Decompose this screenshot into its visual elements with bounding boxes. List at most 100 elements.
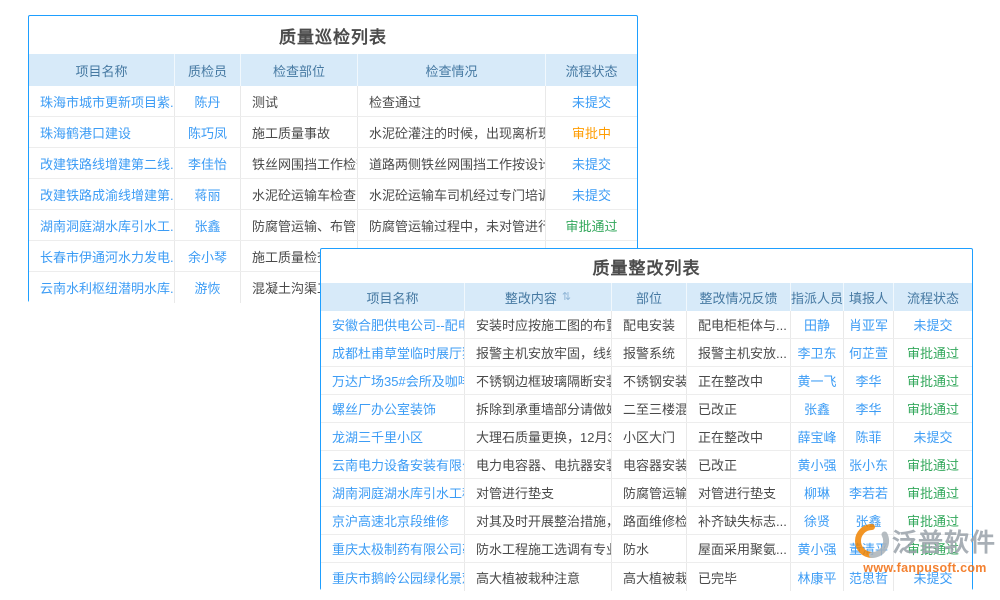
sort-icon[interactable]: ⇅ — [562, 292, 571, 303]
rectify-content: 不锈钢边框玻璃隔断安装不牢... — [465, 367, 612, 394]
header-assignee: 指派人员 — [791, 283, 844, 311]
rectify-feedback: 补齐缺失标志... — [687, 507, 791, 534]
rectify-part: 防水 — [612, 535, 687, 562]
inspector-name: 陈巧凤 — [175, 117, 241, 147]
inspector-name: 李佳怡 — [175, 148, 241, 178]
project-link[interactable]: 珠海鹤港口建设 — [29, 117, 175, 147]
project-link[interactable]: 重庆太极制药有限公司亳州中... — [321, 535, 465, 562]
inspector-name: 蒋丽 — [175, 179, 241, 209]
rectification-table-header: 项目名称 整改内容 ⇅ 部位 整改情况反馈 指派人员 填报人 流程状态 — [321, 283, 972, 311]
reporter-name: 何芷萱 — [844, 339, 894, 366]
header-inspection-part: 检查部位 — [241, 54, 358, 86]
rectify-part: 路面维修检... — [612, 507, 687, 534]
watermark-url: www.fanpusoft.com — [854, 561, 996, 575]
assignee-name: 黄小强 — [791, 535, 844, 562]
inspection-table-header: 项目名称 质检员 检查部位 检查情况 流程状态 — [29, 54, 637, 86]
rectify-feedback: 正在整改中 — [687, 423, 791, 450]
status-badge: 未提交 — [894, 311, 972, 338]
assignee-name: 林康平 — [791, 563, 844, 591]
assignee-name: 李卫东 — [791, 339, 844, 366]
rectification-table-title: 质量整改列表 — [321, 249, 972, 283]
project-link[interactable]: 珠海市城市更新项目紫... — [29, 86, 175, 116]
status-badge: 审批通过 — [894, 367, 972, 394]
header-feedback: 整改情况反馈 — [687, 283, 791, 311]
inspector-name: 张鑫 — [175, 210, 241, 240]
project-link[interactable]: 成都杜甫草堂临时展厅独立展... — [321, 339, 465, 366]
rectify-content: 对管进行垫支 — [465, 479, 612, 506]
inspection-part: 防腐管运输、布管 — [241, 210, 358, 240]
reporter-name: 肖亚军 — [844, 311, 894, 338]
status-badge: 未提交 — [546, 179, 637, 209]
status-badge: 审批中 — [546, 117, 637, 147]
project-link[interactable]: 改建铁路线增建第二线... — [29, 148, 175, 178]
watermark-logo-row: 泛普软件 — [854, 523, 996, 559]
assignee-name: 张鑫 — [791, 395, 844, 422]
project-link[interactable]: 螺丝厂办公室装饰 — [321, 395, 465, 422]
rectify-content: 电力电容器、电抗器安装方案,... — [465, 451, 612, 478]
inspection-situation: 检查通过 — [358, 86, 546, 116]
assignee-name: 徐贤 — [791, 507, 844, 534]
rectify-part: 电容器安装... — [612, 451, 687, 478]
rectify-content: 报警主机安放牢固，线缆连接... — [465, 339, 612, 366]
status-badge: 审批通过 — [894, 451, 972, 478]
header-inspection-situation: 检查情况 — [358, 54, 546, 86]
reporter-name: 陈菲 — [844, 423, 894, 450]
rectify-feedback: 已改正 — [687, 395, 791, 422]
table-row: 云南电力设备安装有限公司20...电力电容器、电抗器安装方案,...电容器安装.… — [321, 451, 972, 479]
rectify-feedback: 报警主机安放... — [687, 339, 791, 366]
rectify-content: 大理石质量更换，12月31日之... — [465, 423, 612, 450]
project-link[interactable]: 长春市伊通河水力发电... — [29, 241, 175, 271]
project-link[interactable]: 万达广场35#会所及咖啡厅空... — [321, 367, 465, 394]
header-project-name: 项目名称 — [29, 54, 175, 86]
fanpu-logo-icon — [854, 523, 890, 559]
assignee-name: 柳琳 — [791, 479, 844, 506]
header-inspector: 质检员 — [175, 54, 241, 86]
assignee-name: 田静 — [791, 311, 844, 338]
project-link[interactable]: 京沪高速北京段维修 — [321, 507, 465, 534]
table-row: 安徽合肥供电公司--配电设备...安装时应按施工图的布置，将...配电安装配电柜… — [321, 311, 972, 339]
inspection-situation: 水泥砼灌注的时候，出现离析现象 — [358, 117, 546, 147]
inspection-part: 水泥砼运输车检查 — [241, 179, 358, 209]
project-link[interactable]: 安徽合肥供电公司--配电设备... — [321, 311, 465, 338]
rectify-part: 高大植被栽种 — [612, 563, 687, 591]
inspection-situation: 水泥砼运输车司机经过专门培训... — [358, 179, 546, 209]
status-badge: 审批通过 — [894, 339, 972, 366]
inspector-name: 游恢 — [175, 272, 241, 303]
project-link[interactable]: 湖南洞庭湖水库引水工... — [29, 210, 175, 240]
header-rectify-content[interactable]: 整改内容 ⇅ — [465, 283, 612, 311]
rectify-part: 配电安装 — [612, 311, 687, 338]
reporter-name: 李若若 — [844, 479, 894, 506]
rectify-feedback: 正在整改中 — [687, 367, 791, 394]
status-badge: 审批通过 — [894, 479, 972, 506]
header-reporter: 填报人 — [844, 283, 894, 311]
table-row: 改建铁路成渝线增建第...蒋丽水泥砼运输车检查水泥砼运输车司机经过专门培训...… — [29, 179, 637, 210]
rectify-content: 拆除到承重墙部分请做好加固... — [465, 395, 612, 422]
assignee-name: 黄小强 — [791, 451, 844, 478]
assignee-name: 薛宝峰 — [791, 423, 844, 450]
project-link[interactable]: 龙湖三千里小区 — [321, 423, 465, 450]
table-row: 珠海鹤港口建设陈巧凤施工质量事故水泥砼灌注的时候，出现离析现象审批中 — [29, 117, 637, 148]
header-rectify-content-label: 整改内容 — [505, 288, 557, 307]
status-badge: 未提交 — [546, 86, 637, 116]
table-row: 螺丝厂办公室装饰拆除到承重墙部分请做好加固...二至三楼混...已改正张鑫李华审… — [321, 395, 972, 423]
watermark: 泛普软件 www.fanpusoft.com — [854, 523, 996, 575]
assignee-name: 黄一飞 — [791, 367, 844, 394]
table-row: 成都杜甫草堂临时展厅独立展...报警主机安放牢固，线缆连接...报警系统报警主机… — [321, 339, 972, 367]
rectify-part: 防腐管运输... — [612, 479, 687, 506]
project-link[interactable]: 重庆市鹅岭公园绿化景观提升... — [321, 563, 465, 591]
inspection-part: 施工质量事故 — [241, 117, 358, 147]
project-link[interactable]: 湖南洞庭湖水库引水工程施工I标 — [321, 479, 465, 506]
rectify-feedback: 屋面采用聚氨... — [687, 535, 791, 562]
project-link[interactable]: 云南电力设备安装有限公司20... — [321, 451, 465, 478]
inspection-situation: 道路两侧铁丝网围挡工作按设计... — [358, 148, 546, 178]
rectify-feedback: 对管进行垫支 — [687, 479, 791, 506]
table-row: 湖南洞庭湖水库引水工程施工I标对管进行垫支防腐管运输...对管进行垫支柳琳李若若… — [321, 479, 972, 507]
status-badge: 未提交 — [894, 423, 972, 450]
rectify-feedback: 已改正 — [687, 451, 791, 478]
project-link[interactable]: 云南水利枢纽潜明水库... — [29, 272, 175, 303]
watermark-brand: 泛普软件 — [892, 523, 996, 559]
rectify-part: 不锈钢安装... — [612, 367, 687, 394]
project-link[interactable]: 改建铁路成渝线增建第... — [29, 179, 175, 209]
header-part: 部位 — [612, 283, 687, 311]
rectify-content: 防水工程施工选调有专业资质... — [465, 535, 612, 562]
